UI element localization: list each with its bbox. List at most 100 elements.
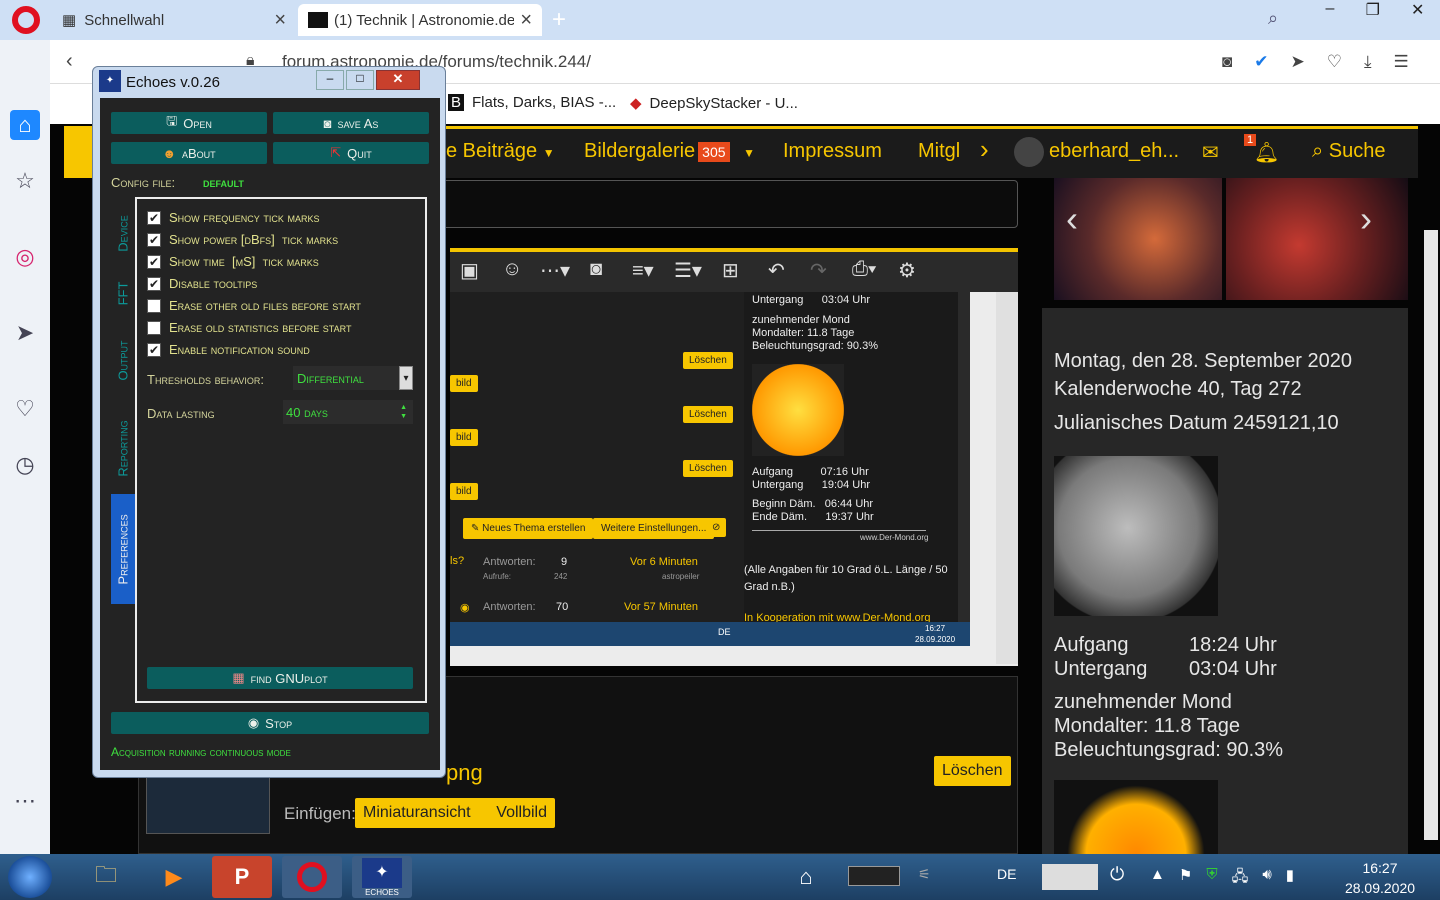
checkbox[interactable]: ✔ [147, 342, 161, 357]
checkbox-power-ticks[interactable]: ✔ Show power [dBfs] tick marks [147, 232, 338, 247]
volume-icon[interactable]: 🔊︎ [1262, 866, 1271, 891]
open-button[interactable]: 🖫︎ Open [111, 112, 267, 134]
minimize-icon[interactable]: – [1326, 0, 1335, 24]
camera-icon[interactable]: ◙ [590, 258, 602, 281]
settings-sliders-icon[interactable]: ☰ [1394, 52, 1409, 72]
nav-beitraege[interactable]: e Beiträge ▼ [446, 140, 555, 163]
image-button[interactable]: bild [450, 483, 478, 500]
insert-thumbnail-button[interactable]: Miniaturansicht [363, 804, 471, 822]
user-name[interactable]: eberhard_eh... [1049, 140, 1179, 163]
title-input[interactable] [440, 180, 1018, 228]
gallery-image[interactable] [1226, 178, 1408, 300]
input-indicator[interactable] [1042, 864, 1098, 890]
checkbox-erase-old-files[interactable]: Erase other old files before start [147, 298, 361, 313]
history-icon[interactable]: ◷ [10, 450, 40, 480]
network-icon[interactable]: 🖧︎ [1232, 866, 1249, 891]
maximize-icon[interactable]: □ [346, 70, 374, 90]
page-scrollbar[interactable] [1424, 230, 1438, 840]
nav-bildergalerie[interactable]: Bildergalerie 305 ▼ [584, 140, 755, 163]
battery-icon[interactable]: ▮ [1286, 866, 1294, 891]
close-tab-icon[interactable]: × [274, 9, 286, 32]
list-icon[interactable]: ☰▾ [674, 258, 702, 283]
send-icon[interactable]: ➤ [1291, 52, 1305, 72]
home-icon[interactable]: ⌂ [10, 110, 40, 140]
tab-technik[interactable]: (1) Technik | Astronomie.de × [298, 4, 542, 36]
network-center-icon[interactable]: ⌂ [778, 856, 834, 898]
close-icon[interactable]: ✕ [1411, 0, 1424, 24]
more-icon[interactable]: ⋯▾ [540, 258, 570, 283]
tab-schnellwahl[interactable]: ▦ Schnellwahl × [52, 4, 296, 36]
cancel-icon[interactable]: ⊘ [706, 518, 727, 537]
new-tab-icon[interactable]: + [552, 6, 566, 34]
logo-tab[interactable] [64, 126, 94, 178]
undo-icon[interactable]: ↶ [768, 258, 785, 283]
close-tab-icon[interactable]: × [520, 9, 532, 32]
power-plug-icon[interactable]: ⏻ [1110, 864, 1124, 885]
checkbox-frequency-ticks[interactable]: ✔ Show frequency tick marks [147, 210, 320, 225]
nav-mitglieder[interactable]: Mitgl [918, 140, 960, 163]
minimize-icon[interactable]: – [316, 70, 344, 90]
media-player-icon[interactable]: ▶ [144, 856, 204, 898]
image-button[interactable]: bild [450, 375, 478, 392]
echoes-taskbar-icon[interactable]: ✦ ECHOES [352, 856, 412, 898]
powerpoint-icon[interactable]: P [212, 856, 272, 898]
image-icon[interactable]: ▣ [460, 258, 479, 283]
flag-icon[interactable]: ⚑ [1179, 866, 1192, 891]
heart-icon[interactable]: ♡ [1327, 52, 1342, 72]
find-gnuplot-button[interactable]: ▦ find GNUplot [147, 667, 413, 689]
checkbox[interactable] [147, 298, 161, 313]
search-button[interactable]: ⌕ Suche [1312, 140, 1385, 163]
opera-logo-icon[interactable] [12, 6, 40, 34]
language-indicator[interactable]: DE [997, 866, 1016, 882]
insert-full-button[interactable]: Vollbild [496, 804, 547, 822]
tab-device[interactable]: Device [111, 198, 135, 268]
more-settings-button[interactable]: Weitere Einstellungen... [593, 518, 715, 539]
mail-icon[interactable]: ✉ [1202, 140, 1219, 165]
align-icon[interactable]: ≡▾ [632, 258, 654, 283]
emoji-icon[interactable]: ☺ [502, 258, 522, 281]
tab-preferences[interactable]: Preferences [111, 494, 135, 604]
checkbox[interactable]: ✔ [147, 232, 161, 247]
avatar[interactable] [1014, 137, 1044, 167]
tab-output[interactable]: Output [111, 318, 135, 402]
bookmark-flats[interactable]: B Flats, Darks, BIAS -... [448, 94, 616, 111]
close-icon[interactable]: ✕ [376, 70, 420, 90]
table-icon[interactable]: ⊞ [722, 258, 739, 283]
tab-reporting[interactable]: Reporting [111, 402, 135, 494]
more-icon[interactable]: ⋯ [10, 786, 40, 816]
new-thread-button[interactable]: ✎ Neues Thema erstellen [463, 518, 594, 539]
start-button[interactable] [8, 856, 52, 898]
security-icon[interactable]: ⛨ [1206, 866, 1217, 891]
spin-arrows-icon[interactable]: ▲ ▼ [400, 403, 407, 421]
bell-icon[interactable]: 🔔︎ [1254, 140, 1279, 165]
download-icon[interactable]: ⤓ [1364, 52, 1372, 72]
checkbox-disable-tooltips[interactable]: ✔ Disable tooltips [147, 276, 257, 291]
thresholds-select[interactable]: Differential ▾ [293, 366, 413, 390]
star-icon[interactable]: ☆ [10, 166, 40, 196]
about-button[interactable]: ☻ aBout [111, 142, 267, 164]
nav-impressum[interactable]: Impressum [783, 140, 882, 163]
instagram-icon[interactable]: ◎ [10, 242, 40, 272]
opera-taskbar-icon[interactable] [282, 856, 342, 898]
checkbox-time-ticks[interactable]: ✔ Show time [mS] tick marks [147, 254, 319, 269]
heart-icon[interactable]: ♡ [10, 394, 40, 424]
checkbox-notification-sound[interactable]: ✔ Enable notification sound [147, 342, 310, 357]
checkbox[interactable] [147, 320, 161, 335]
search-tabs-icon[interactable]: ⌕ [1268, 8, 1278, 29]
save-as-button[interactable]: ◙ save As [273, 112, 429, 134]
checkbox[interactable]: ✔ [147, 254, 161, 269]
quit-button[interactable]: ⇱ Quit [273, 142, 429, 164]
editor-scrollbar[interactable] [996, 292, 1018, 664]
delete-attachment-button[interactable]: Löschen [934, 756, 1011, 786]
explorer-icon[interactable]: 🗀︎ [76, 856, 136, 898]
save-draft-icon[interactable]: ⎙▾ [852, 258, 876, 281]
gear-icon[interactable]: ⚙ [898, 258, 916, 283]
redo-icon[interactable]: ↷ [810, 258, 827, 283]
bookmark-deepskystacker[interactable]: ◆ DeepSkyStacker - U... [630, 94, 798, 112]
show-hidden-icon[interactable]: ▲ [1150, 866, 1165, 891]
delete-button[interactable]: Löschen [683, 406, 733, 423]
maximize-icon[interactable]: ❐ [1366, 0, 1380, 24]
checkbox[interactable]: ✔ [147, 210, 161, 225]
tab-fft[interactable]: FFT [111, 268, 135, 318]
clock[interactable]: 16:27 28.09.2020 [1340, 858, 1420, 898]
